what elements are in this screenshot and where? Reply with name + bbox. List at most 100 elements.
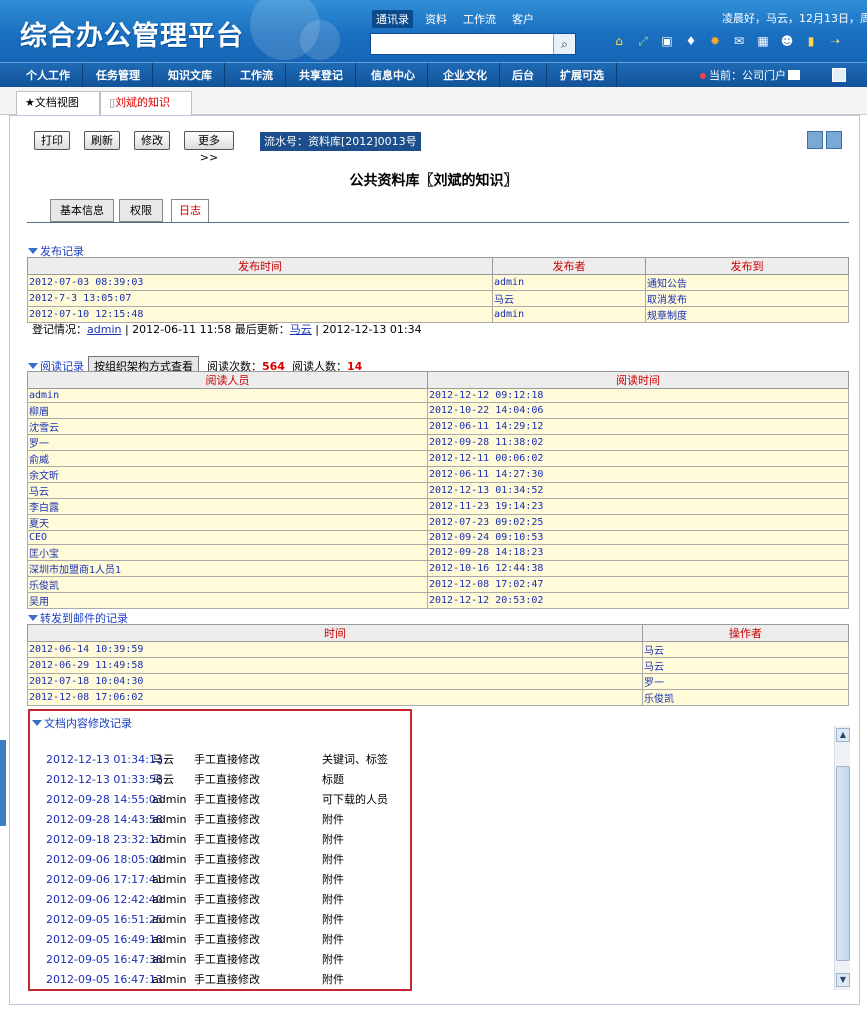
cell-reader[interactable]: 乐俊凯 xyxy=(27,576,428,593)
cell-read-time[interactable]: 2012-12-12 20:53:02 xyxy=(427,592,849,609)
modify-time[interactable]: 2012-09-06 17:17:41 xyxy=(46,872,163,887)
cell-read-time[interactable]: 2012-10-16 12:44:38 xyxy=(427,560,849,577)
cell-reader[interactable]: 匡小宝 xyxy=(27,544,428,561)
shirt-icon[interactable]: ♦ xyxy=(684,34,698,48)
cell-reader[interactable]: 罗一 xyxy=(27,434,428,451)
menu-extensions[interactable]: 扩展可选 xyxy=(548,63,617,88)
menu-shared-registration[interactable]: 共享登记 xyxy=(287,63,356,88)
cell-publisher[interactable]: admin xyxy=(492,306,646,323)
cell-reader[interactable]: 夏天 xyxy=(27,514,428,531)
cell-operator[interactable]: 罗一 xyxy=(642,673,849,690)
cell-reader[interactable]: 俞威 xyxy=(27,450,428,467)
menu-task-management[interactable]: 任务管理 xyxy=(84,63,153,88)
search-input[interactable]: ⌕ xyxy=(370,33,576,55)
print-button[interactable]: 打印 xyxy=(34,131,70,150)
calendar-icon[interactable]: ▦ xyxy=(756,34,770,48)
cell-reader[interactable]: 柳眉 xyxy=(27,402,428,419)
cell-mail-time[interactable]: 2012-07-18 10:04:30 xyxy=(27,673,643,690)
menu-corporate-culture[interactable]: 企业文化 xyxy=(431,63,500,88)
export-icon[interactable] xyxy=(807,131,823,149)
menu-personal-work[interactable]: 个人工作 xyxy=(14,63,83,88)
cell-read-time[interactable]: 2012-12-13 01:34:52 xyxy=(427,482,849,499)
cell-reader[interactable]: 沈雪云 xyxy=(27,418,428,435)
subtab-permissions[interactable]: 权限 xyxy=(119,199,163,222)
home-icon[interactable]: ⌂ xyxy=(612,34,626,48)
cell-read-time[interactable]: 2012-06-11 14:27:30 xyxy=(427,466,849,483)
monitor-icon[interactable] xyxy=(788,70,800,80)
cell-operator[interactable]: 马云 xyxy=(642,641,849,658)
scrollbar-thumb[interactable] xyxy=(836,766,850,961)
menu-knowledge-library[interactable]: 知识文库 xyxy=(156,63,225,88)
topnav-workflow[interactable]: 工作流 xyxy=(459,10,500,28)
last-update-user-link[interactable]: 马云 xyxy=(290,323,312,336)
cell-read-time[interactable]: 2012-09-28 14:18:23 xyxy=(427,544,849,561)
cell-read-time[interactable]: 2012-06-11 14:29:12 xyxy=(427,418,849,435)
modify-time[interactable]: 2012-09-28 14:55:03 xyxy=(46,792,163,807)
cell-publish-to[interactable]: 规章制度 xyxy=(645,306,849,323)
cell-publisher[interactable]: admin xyxy=(492,274,646,291)
menu-backend[interactable]: 后台 xyxy=(500,63,547,88)
registration-user-link[interactable]: admin xyxy=(87,323,121,336)
cell-operator[interactable]: 乐俊凯 xyxy=(642,689,849,706)
scroll-down-icon[interactable]: ▼ xyxy=(836,973,850,987)
scrollbar[interactable]: ▲ ▼ xyxy=(834,726,850,990)
cell-publish-time[interactable]: 2012-07-03 08:39:03 xyxy=(27,274,493,291)
cell-read-time[interactable]: 2012-07-23 09:02:25 xyxy=(427,514,849,531)
modify-time[interactable]: 2012-09-06 18:05:00 xyxy=(46,852,163,867)
cell-read-time[interactable]: 2012-11-23 19:14:23 xyxy=(427,498,849,515)
note-icon[interactable]: ▮ xyxy=(804,34,818,48)
cell-reader[interactable]: 深圳市加盟商1人员1 xyxy=(27,560,428,577)
refresh-button[interactable]: 刷新 xyxy=(84,131,120,150)
menu-info-center[interactable]: 信息中心 xyxy=(359,63,428,88)
modify-time[interactable]: 2012-09-06 12:42:40 xyxy=(46,892,163,907)
cell-read-time[interactable]: 2012-12-12 09:12:18 xyxy=(427,388,849,403)
subtab-basic-info[interactable]: 基本信息 xyxy=(50,199,114,222)
mail-icon[interactable]: ✉ xyxy=(732,34,746,48)
collapse-triangle-icon[interactable] xyxy=(28,363,38,369)
modify-time[interactable]: 2012-12-13 01:33:58 xyxy=(46,772,163,787)
fullscreen-icon[interactable]: ⤢ xyxy=(636,34,650,48)
cell-read-time[interactable]: 2012-12-11 00:06:02 xyxy=(427,450,849,467)
exit-icon[interactable]: ➝ xyxy=(828,34,842,48)
cell-read-time[interactable]: 2012-10-22 14:04:06 xyxy=(427,402,849,419)
cell-reader[interactable]: admin xyxy=(27,388,428,403)
modify-time[interactable]: 2012-09-05 16:47:13 xyxy=(46,972,163,987)
scroll-up-icon[interactable]: ▲ xyxy=(836,728,850,742)
edit-button[interactable]: 修改 xyxy=(134,131,170,150)
modify-time[interactable]: 2012-09-05 16:51:25 xyxy=(46,912,163,927)
users-icon[interactable]: ☻ xyxy=(780,34,794,48)
cell-read-time[interactable]: 2012-12-08 17:02:47 xyxy=(427,576,849,593)
tab-document-view[interactable]: ★文档视图 xyxy=(16,91,100,115)
cell-reader[interactable]: CEO xyxy=(27,530,428,545)
subtab-log[interactable]: 日志 xyxy=(171,199,209,223)
current-portal[interactable]: 当前：公司门户 xyxy=(700,63,786,88)
menu-workflow[interactable]: 工作流 xyxy=(228,63,286,88)
cell-reader[interactable]: 李白露 xyxy=(27,498,428,515)
modify-time[interactable]: 2012-09-28 14:43:58 xyxy=(46,812,163,827)
cell-operator[interactable]: 马云 xyxy=(642,657,849,674)
settings-icon[interactable]: ✹ xyxy=(708,34,722,48)
modify-section-title[interactable]: 文档内容修改记录 xyxy=(32,715,132,731)
tab-knowledge[interactable]: ▯刘斌的知识 xyxy=(100,91,192,115)
cell-read-time[interactable]: 2012-09-24 09:10:53 xyxy=(427,530,849,545)
cell-reader[interactable]: 余文昕 xyxy=(27,466,428,483)
modify-time[interactable]: 2012-09-05 16:47:38 xyxy=(46,952,163,967)
cell-publish-to[interactable]: 取消发布 xyxy=(645,290,849,307)
cell-reader[interactable]: 马云 xyxy=(27,482,428,499)
monitor-icon[interactable]: ▣ xyxy=(660,34,674,48)
cell-mail-time[interactable]: 2012-06-14 10:39:59 xyxy=(27,641,643,658)
home-icon[interactable] xyxy=(826,131,842,149)
cell-publish-to[interactable]: 通知公告 xyxy=(645,274,849,291)
topnav-customers[interactable]: 客户 xyxy=(508,10,538,28)
side-collapse-handle[interactable] xyxy=(0,740,6,826)
cell-mail-time[interactable]: 2012-12-08 17:06:02 xyxy=(27,689,643,706)
cell-read-time[interactable]: 2012-09-28 11:38:02 xyxy=(427,434,849,451)
modify-time[interactable]: 2012-12-13 01:34:13 xyxy=(46,752,163,767)
cell-mail-time[interactable]: 2012-06-29 11:49:58 xyxy=(27,657,643,674)
cell-publish-time[interactable]: 2012-7-3 13:05:07 xyxy=(27,290,493,307)
cell-publisher[interactable]: 马云 xyxy=(492,290,646,307)
edit-icon[interactable] xyxy=(832,68,846,82)
topnav-contacts[interactable]: 通讯录 xyxy=(372,10,413,28)
more-button[interactable]: 更多>> xyxy=(184,131,234,164)
topnav-docs[interactable]: 资料 xyxy=(421,10,451,28)
